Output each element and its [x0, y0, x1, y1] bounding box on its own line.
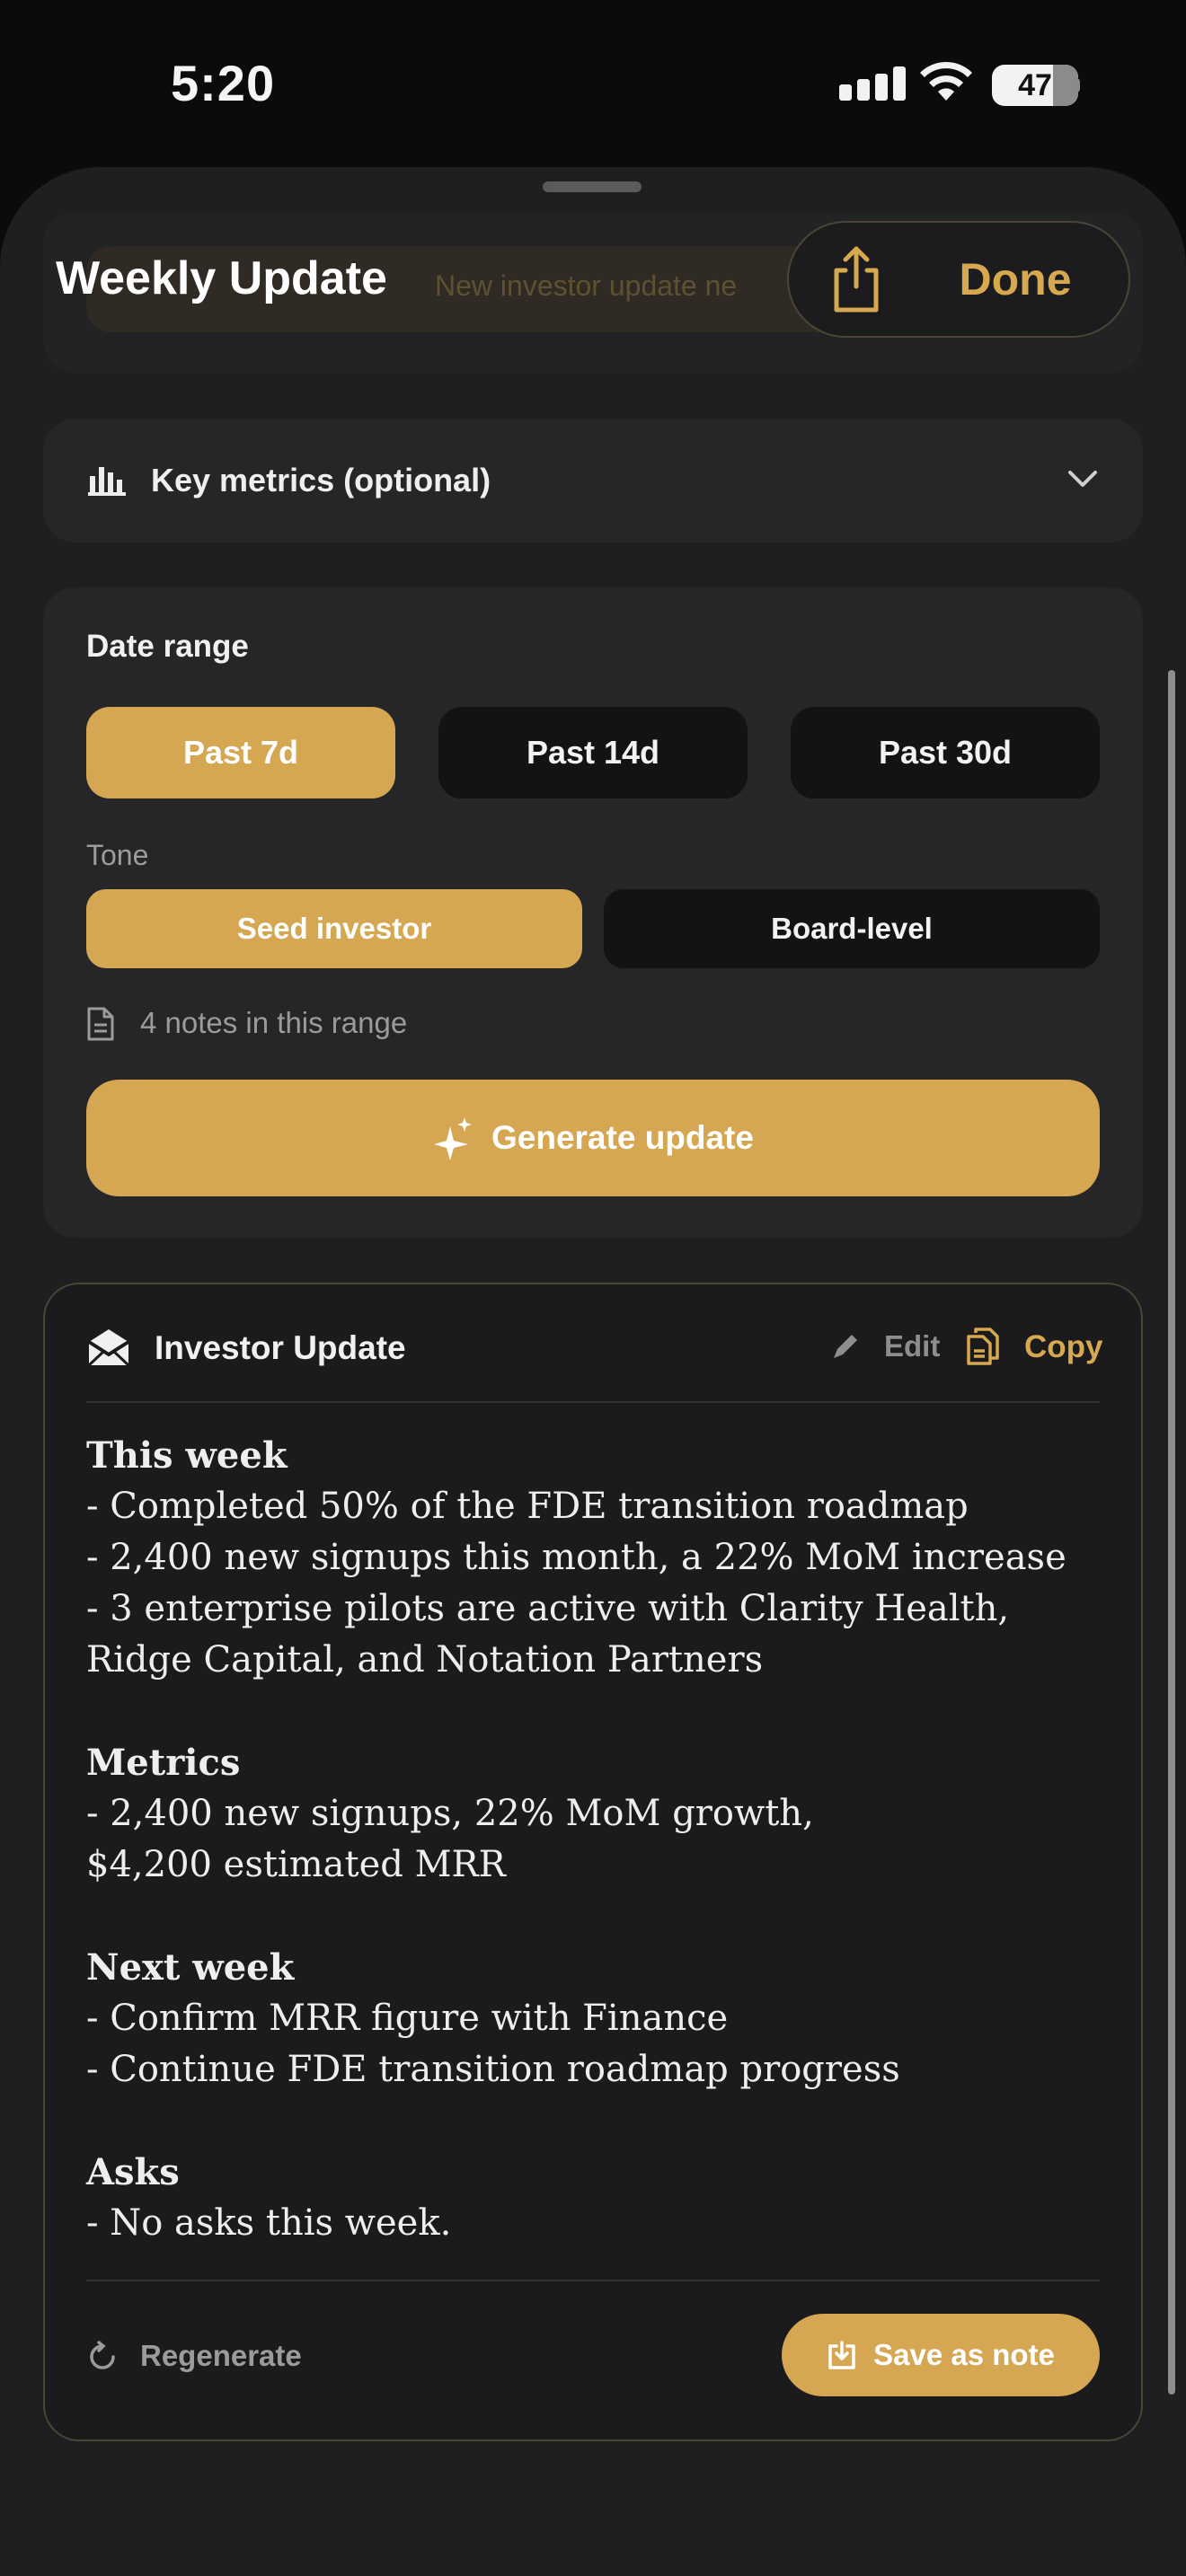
sparkles-icon: [434, 1117, 472, 1160]
tone-seed-investor[interactable]: Seed investor: [86, 889, 582, 968]
date-range-label: Date range: [86, 629, 249, 664]
date-option-7d[interactable]: Past 7d: [86, 707, 395, 798]
save-as-note-button[interactable]: Save as note: [782, 2314, 1100, 2396]
status-time: 5:20: [171, 55, 276, 111]
share-button[interactable]: [789, 223, 924, 336]
battery-tip: [1075, 78, 1080, 93]
save-download-icon: [828, 2341, 855, 2369]
battery-icon: 47: [992, 65, 1078, 106]
battery-level: 47: [1018, 67, 1052, 102]
done-button[interactable]: Done: [924, 253, 1128, 305]
background-banner-text: New investor update ne: [435, 269, 738, 302]
section-line: - Continue FDE transition roadmap progre…: [86, 2049, 900, 2090]
section-line: - Completed 50% of the FDE transition ro…: [86, 1486, 969, 1527]
tone-board-level[interactable]: Board-level: [604, 889, 1100, 968]
header-actions: Done: [787, 221, 1130, 338]
investor-update-body: This week - Completed 50% of the FDE tra…: [86, 1430, 1111, 2249]
pencil-icon: [834, 1335, 857, 1358]
section-line: - Confirm MRR figure with Finance: [86, 1998, 729, 2039]
chevron-down-icon: [1068, 471, 1097, 487]
section-line: - 3 enterprise pilots are active with Cl…: [86, 1588, 1010, 1681]
refresh-icon[interactable]: [86, 2341, 119, 2373]
section-heading: Asks: [86, 2151, 180, 2193]
key-metrics-label: Key metrics (optional): [151, 462, 491, 498]
section-line: - 2,400 new signups, 22% MoM growth, $4,…: [86, 1793, 814, 1885]
save-as-note-label: Save as note: [873, 2338, 1055, 2371]
wifi-icon: [920, 61, 972, 101]
section-line: - 2,400 new signups this month, a 22% Mo…: [86, 1537, 1067, 1578]
section-heading: This week: [86, 1434, 288, 1477]
card-divider-bottom: [86, 2280, 1100, 2281]
bar-chart-icon: [88, 467, 126, 496]
tone-label: Tone: [86, 839, 149, 871]
notes-count: 4 notes in this range: [140, 1006, 408, 1039]
share-icon: [834, 246, 879, 313]
generate-update-label: Generate update: [491, 1119, 754, 1156]
investor-update-title: Investor Update: [155, 1329, 406, 1366]
card-divider-top: [86, 1401, 1100, 1403]
cellular-signal-icon: [839, 66, 906, 101]
date-option-14d[interactable]: Past 14d: [438, 707, 748, 798]
sheet-grabber[interactable]: [543, 181, 642, 192]
sheet-title: Weekly Update: [56, 252, 387, 304]
open-envelope-icon: [87, 1329, 130, 1367]
section-line: - No asks this week.: [86, 2202, 452, 2244]
regenerate-button[interactable]: Regenerate: [140, 2339, 302, 2373]
copy-icon[interactable]: [965, 1326, 1001, 1367]
section-heading: Next week: [86, 1946, 295, 1989]
copy-button[interactable]: Copy: [1024, 1329, 1103, 1365]
generate-update-button[interactable]: Generate update: [86, 1080, 1100, 1196]
edit-button[interactable]: Edit: [884, 1329, 940, 1363]
scrollbar[interactable]: [1168, 670, 1175, 2395]
section-heading: Metrics: [86, 1742, 241, 1784]
date-option-30d[interactable]: Past 30d: [791, 707, 1100, 798]
document-icon: [87, 1007, 114, 1041]
